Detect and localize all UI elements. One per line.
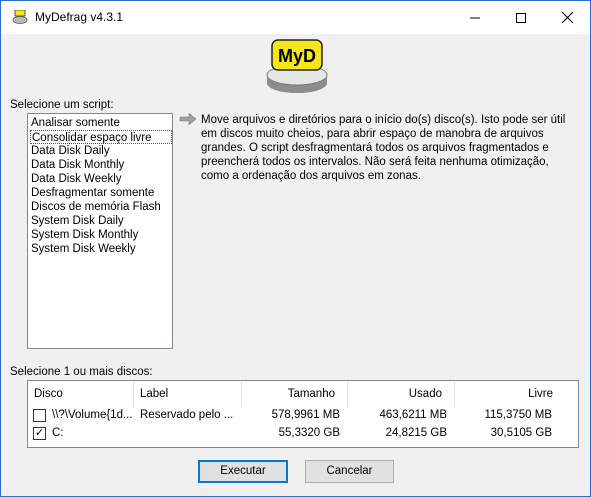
close-button[interactable]: [544, 1, 590, 34]
minimize-button[interactable]: [452, 1, 498, 34]
script-list-item[interactable]: Consolidar espaço livre: [30, 130, 172, 144]
minimize-icon: [470, 17, 480, 18]
disk-table[interactable]: Disco Label Tamanho Usado Livre \\?\Volu…: [27, 380, 579, 448]
disk-free: 115,3750 MB: [484, 409, 552, 421]
title-bar[interactable]: MyDefrag v4.3.1: [1, 1, 590, 34]
disk-label: [140, 425, 238, 441]
script-list-item[interactable]: System Disk Monthly: [30, 228, 172, 242]
disk-checkbox[interactable]: [33, 409, 46, 422]
script-list-item[interactable]: Discos de memória Flash: [30, 200, 172, 214]
column-header-used[interactable]: Usado: [348, 381, 455, 407]
script-list-item[interactable]: Analisar somente: [30, 116, 172, 130]
column-header-size[interactable]: Tamanho: [242, 381, 348, 407]
disk-label: Reservado pelo ...: [140, 409, 234, 421]
disk-name: \\?\Volume{1d...: [52, 409, 133, 421]
maximize-button[interactable]: [498, 1, 544, 34]
arrow-right-icon: [179, 113, 197, 125]
execute-button[interactable]: Executar: [198, 460, 288, 483]
disk-used: 24,8215 GB: [385, 427, 447, 439]
app-icon: [12, 10, 28, 24]
column-header-label[interactable]: Label: [134, 381, 242, 407]
disk-size: 578,9961 MB: [271, 409, 340, 421]
window-title: MyDefrag v4.3.1: [35, 10, 124, 24]
script-list-item[interactable]: Data Disk Weekly: [30, 172, 172, 186]
disk-name: C:: [52, 427, 64, 439]
maximize-icon: [516, 12, 526, 23]
logo-text: MyD: [278, 46, 316, 66]
main-window: MyDefrag v4.3.1 MyD Selecione um script:…: [0, 0, 591, 497]
cancel-button[interactable]: Cancelar: [305, 460, 394, 483]
disk-used: 463,6211 MB: [379, 409, 447, 421]
close-icon: [561, 12, 573, 23]
script-description: Move arquivos e diretórios para o início…: [201, 114, 566, 182]
disk-list-label: Selecione 1 ou mais discos:: [10, 366, 153, 378]
disk-size: 55,3320 GB: [278, 427, 340, 439]
script-list-item[interactable]: Data Disk Monthly: [30, 158, 172, 172]
column-header-disk[interactable]: Disco: [28, 381, 134, 407]
disk-checkbox[interactable]: ✓: [33, 427, 46, 440]
script-list-label: Selecione um script:: [10, 99, 114, 111]
script-list-item[interactable]: Desfragmentar somente: [30, 186, 172, 200]
script-list[interactable]: Analisar somente Consolidar espaço livre D…: [27, 113, 173, 349]
script-list-item[interactable]: System Disk Weekly: [30, 242, 172, 256]
mydefrag-logo: MyD: [266, 39, 328, 93]
disk-free: 30,5105 GB: [490, 427, 552, 439]
script-list-item[interactable]: System Disk Daily: [30, 214, 172, 228]
script-list-item[interactable]: Data Disk Daily: [30, 144, 172, 158]
column-header-free[interactable]: Livre: [455, 381, 565, 407]
